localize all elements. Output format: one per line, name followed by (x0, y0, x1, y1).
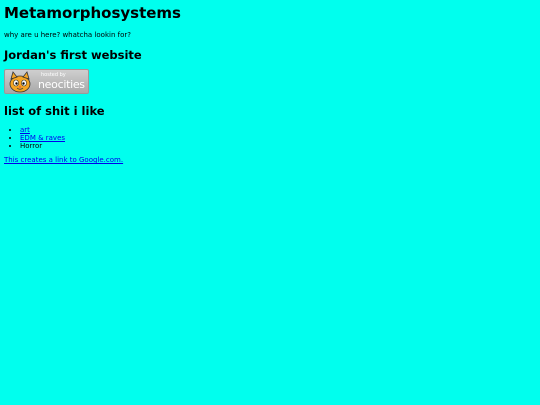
likes-list: art EDM & raves Horror (4, 126, 536, 150)
badge-brand: neocities (38, 78, 85, 91)
list-item: EDM & raves (20, 134, 536, 142)
like-link-edm-raves[interactable]: EDM & raves (20, 134, 65, 142)
like-item-horror: Horror (20, 142, 43, 150)
like-link-art[interactable]: art (20, 126, 30, 134)
list-item: Horror (20, 142, 536, 150)
page-content: Metamorphosystems why are u here? whatch… (0, 0, 540, 165)
likes-heading: list of shit i like (4, 104, 105, 118)
list-item: art (20, 126, 536, 134)
google-link[interactable]: This creates a link to Google.com. (4, 156, 536, 165)
site-subtitle: Jordan's first website (4, 48, 142, 62)
neocities-cat-icon (9, 71, 31, 93)
tagline: why are u here? whatcha lookin for? (4, 31, 131, 39)
site-title: Metamorphosystems (4, 4, 181, 22)
neocities-badge[interactable]: hosted by neocities (4, 69, 89, 94)
